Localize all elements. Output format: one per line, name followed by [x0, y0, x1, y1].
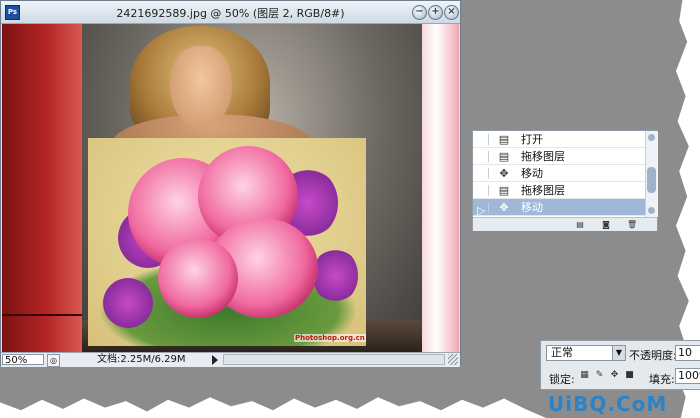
- chevron-down-icon[interactable]: ▼: [612, 346, 625, 360]
- status-menu-arrow-icon[interactable]: [212, 355, 218, 365]
- history-snapshot-checkbox[interactable]: [477, 168, 489, 179]
- document-title: 2421692589.jpg @ 50% (图层 2, RGB/8#): [116, 7, 345, 20]
- history-item-label: 拖移图层: [521, 184, 565, 197]
- history-brush-source-icon[interactable]: ▷: [477, 202, 489, 217]
- history-item-selected[interactable]: ▷ ✥ 移动: [473, 199, 645, 217]
- history-panel: ▤ 打开 ▤ 拖移图层 ✥ 移动 ▤ 拖移图层 ▷ ✥ 移动 ▤ ◙ 🗑: [472, 130, 658, 231]
- flower-layer-image[interactable]: Photoshop.org.cn: [88, 138, 366, 346]
- history-snapshot-checkbox[interactable]: [477, 185, 489, 196]
- new-document-from-state-icon[interactable]: ▤: [575, 220, 585, 229]
- history-snapshot-checkbox[interactable]: [477, 151, 489, 162]
- horizontal-scrollbar[interactable]: [223, 354, 445, 365]
- purple-flowers-bottom-right: [313, 248, 358, 303]
- document-icon: ▤: [498, 184, 510, 197]
- history-item-label: 打开: [521, 133, 543, 146]
- portrait-face: [170, 46, 232, 128]
- zoom-field[interactable]: 50%: [2, 354, 44, 366]
- opacity-label: 不透明度:: [629, 349, 677, 362]
- document-window: Ps 2421692589.jpg @ 50% (图层 2, RGB/8#) −…: [0, 0, 461, 367]
- close-icon[interactable]: ×: [444, 5, 459, 20]
- lock-pixels-icon[interactable]: ✎: [594, 370, 605, 381]
- history-item[interactable]: ▤ 拖移图层: [473, 148, 645, 165]
- new-snapshot-icon[interactable]: ◙: [601, 220, 611, 229]
- move-tool-icon: ✥: [499, 167, 509, 180]
- lock-all-icon[interactable]: ■: [624, 370, 635, 381]
- lock-transparency-icon[interactable]: ▦: [579, 370, 590, 381]
- history-footer: ▤ ◙ 🗑: [473, 217, 657, 231]
- minimize-icon[interactable]: −: [412, 5, 427, 20]
- scroll-thumb[interactable]: [647, 167, 656, 193]
- document-size: 文档:2.25M/6.29M: [97, 354, 186, 365]
- fill-field[interactable]: 100%: [675, 368, 700, 384]
- blend-mode-value: 正常: [551, 346, 573, 359]
- background-pink-area: [422, 24, 459, 352]
- document-statusbar: 50% ◎ 文档:2.25M/6.29M: [1, 352, 460, 367]
- image-watermark: Photoshop.org.cn: [294, 334, 366, 342]
- history-item-label: 移动: [521, 167, 543, 180]
- history-list: ▤ 打开 ▤ 拖移图层 ✥ 移动 ▤ 拖移图层 ▷ ✥ 移动: [473, 131, 645, 217]
- site-watermark: UiBQ.CoM: [548, 392, 668, 416]
- fill-label: 填充:: [649, 373, 675, 386]
- history-item[interactable]: ▤ 打开: [473, 131, 645, 148]
- maximize-icon[interactable]: +: [428, 5, 443, 20]
- move-tool-icon: ✥: [499, 201, 509, 214]
- lock-position-icon[interactable]: ✥: [609, 370, 620, 381]
- history-item[interactable]: ▤ 拖移图层: [473, 182, 645, 199]
- history-item[interactable]: ✥ 移动: [473, 165, 645, 182]
- history-item-label: 拖移图层: [521, 150, 565, 163]
- purple-flowers-bottom-left: [103, 278, 153, 328]
- image-canvas[interactable]: Photoshop.org.cn: [2, 24, 459, 352]
- document-icon: ▤: [498, 133, 510, 146]
- history-item-label: 移动: [521, 201, 543, 214]
- document-icon: ▤: [498, 150, 510, 163]
- lock-label: 锁定:: [549, 373, 575, 386]
- background-red-area: [2, 24, 82, 352]
- resize-grip-icon[interactable]: [448, 354, 458, 365]
- pink-roses-lower: [158, 238, 238, 318]
- scroll-down-icon[interactable]: [648, 207, 655, 214]
- layers-panel: 正常 ▼ 不透明度: 10 锁定: ▦ ✎ ✥ ■ 填充: 100%: [540, 340, 700, 390]
- trash-icon[interactable]: 🗑: [627, 220, 637, 229]
- document-titlebar[interactable]: Ps 2421692589.jpg @ 50% (图层 2, RGB/8#) −…: [1, 1, 460, 24]
- history-scrollbar[interactable]: [645, 131, 658, 217]
- opacity-field[interactable]: 10: [675, 345, 700, 361]
- history-snapshot-checkbox[interactable]: [477, 134, 489, 145]
- scroll-up-icon[interactable]: [648, 134, 655, 141]
- blend-mode-select[interactable]: 正常 ▼: [546, 345, 626, 361]
- status-info-icon[interactable]: ◎: [47, 354, 60, 367]
